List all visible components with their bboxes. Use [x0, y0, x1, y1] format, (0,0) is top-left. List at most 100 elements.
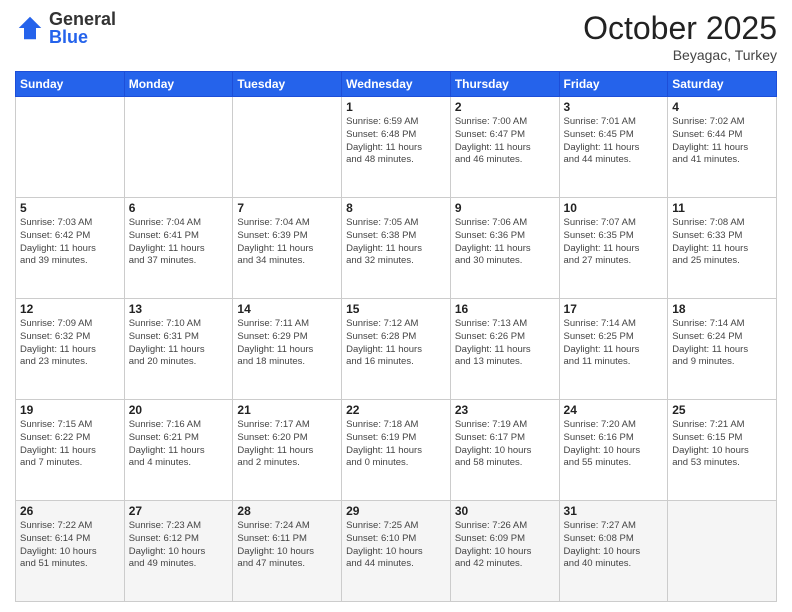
day-number: 9 [455, 201, 555, 215]
day-info: Sunrise: 7:04 AM Sunset: 6:39 PM Dayligh… [237, 217, 337, 268]
calendar-cell: 23 Sunrise: 7:19 AM Sunset: 6:17 PM Dayli… [450, 400, 559, 501]
day-info: Sunrise: 7:27 AM Sunset: 6:08 PM Dayligh… [564, 520, 664, 571]
day-number: 17 [564, 302, 664, 316]
day-number: 16 [455, 302, 555, 316]
day-number: 6 [129, 201, 229, 215]
logo-blue-text: Blue [49, 28, 116, 46]
day-info: Sunrise: 7:13 AM Sunset: 6:26 PM Dayligh… [455, 318, 555, 369]
week-row-3: 19Sunrise: 7:15 AM Sunset: 6:22 PM Dayli… [16, 400, 777, 501]
weekday-header-saturday: Saturday [668, 72, 777, 97]
calendar-cell: 27 Sunrise: 7:23 AM Sunset: 6:12 PM Dayli… [124, 501, 233, 602]
title-block: October 2025 Beyagac, Turkey [583, 10, 777, 63]
day-number: 7 [237, 201, 337, 215]
week-row-4: 26 Sunrise: 7:22 AM Sunset: 6:14 PM Dayli… [16, 501, 777, 602]
calendar-cell: 2 Sunrise: 7:00 AM Sunset: 6:47 PM Daylig… [450, 97, 559, 198]
day-number: 14 [237, 302, 337, 316]
day-info: Sunrise: 7:06 AM Sunset: 6:36 PM Dayligh… [455, 217, 555, 268]
day-number: 27 [129, 504, 229, 518]
logo-general: General [49, 10, 116, 28]
header: General Blue October 2025 Beyagac, Turke… [15, 10, 777, 63]
day-info: Sunrise: 7:01 AM Sunset: 6:45 PM Dayligh… [564, 116, 664, 167]
calendar-cell: 8 Sunrise: 7:05 AM Sunset: 6:38 PM Daylig… [342, 198, 451, 299]
day-number: 26 [20, 504, 120, 518]
day-info: Sunrise: 7:00 AM Sunset: 6:47 PM Dayligh… [455, 116, 555, 167]
location-subtitle: Beyagac, Turkey [583, 47, 777, 63]
day-info: Sunrise: 7:25 AM Sunset: 6:10 PM Dayligh… [346, 520, 446, 571]
day-number: 31 [564, 504, 664, 518]
calendar-cell: 29 Sunrise: 7:25 AM Sunset: 6:10 PM Dayli… [342, 501, 451, 602]
calendar-cell: 4Sunrise: 7:02 AM Sunset: 6:44 PM Daylig… [668, 97, 777, 198]
calendar-cell: 24Sunrise: 7:20 AM Sunset: 6:16 PM Dayli… [559, 400, 668, 501]
week-row-0: 1Sunrise: 6:59 AM Sunset: 6:48 PM Daylig… [16, 97, 777, 198]
calendar-cell: 21 Sunrise: 7:17 AM Sunset: 6:20 PM Dayli… [233, 400, 342, 501]
day-info: Sunrise: 7:04 AM Sunset: 6:41 PM Dayligh… [129, 217, 229, 268]
day-number: 18 [672, 302, 772, 316]
calendar-cell: 14 Sunrise: 7:11 AM Sunset: 6:29 PM Dayli… [233, 299, 342, 400]
day-number: 15 [346, 302, 446, 316]
calendar-cell: 30 Sunrise: 7:26 AM Sunset: 6:09 PM Dayli… [450, 501, 559, 602]
weekday-header-friday: Friday [559, 72, 668, 97]
day-number: 25 [672, 403, 772, 417]
calendar-cell: 28 Sunrise: 7:24 AM Sunset: 6:11 PM Dayli… [233, 501, 342, 602]
calendar-cell: 19Sunrise: 7:15 AM Sunset: 6:22 PM Dayli… [16, 400, 125, 501]
calendar-cell: 22 Sunrise: 7:18 AM Sunset: 6:19 PM Dayli… [342, 400, 451, 501]
weekday-row: SundayMondayTuesdayWednesdayThursdayFrid… [16, 72, 777, 97]
day-number: 5 [20, 201, 120, 215]
logo: General Blue [15, 10, 116, 46]
weekday-header-wednesday: Wednesday [342, 72, 451, 97]
calendar-cell: 18 Sunrise: 7:14 AM Sunset: 6:24 PM Dayli… [668, 299, 777, 400]
calendar-cell: 16 Sunrise: 7:13 AM Sunset: 6:26 PM Dayli… [450, 299, 559, 400]
calendar-cell: 17Sunrise: 7:14 AM Sunset: 6:25 PM Dayli… [559, 299, 668, 400]
calendar-cell: 1Sunrise: 6:59 AM Sunset: 6:48 PM Daylig… [342, 97, 451, 198]
week-row-1: 5 Sunrise: 7:03 AM Sunset: 6:42 PM Daylig… [16, 198, 777, 299]
day-number: 8 [346, 201, 446, 215]
calendar-body: 1Sunrise: 6:59 AM Sunset: 6:48 PM Daylig… [16, 97, 777, 602]
day-number: 29 [346, 504, 446, 518]
day-info: Sunrise: 7:19 AM Sunset: 6:17 PM Dayligh… [455, 419, 555, 470]
day-number: 22 [346, 403, 446, 417]
day-info: Sunrise: 7:26 AM Sunset: 6:09 PM Dayligh… [455, 520, 555, 571]
logo-text: General Blue [49, 10, 116, 46]
day-number: 28 [237, 504, 337, 518]
day-info: Sunrise: 7:23 AM Sunset: 6:12 PM Dayligh… [129, 520, 229, 571]
day-info: Sunrise: 7:05 AM Sunset: 6:38 PM Dayligh… [346, 217, 446, 268]
day-number: 4 [672, 100, 772, 114]
page: General Blue October 2025 Beyagac, Turke… [0, 0, 792, 612]
calendar-cell [16, 97, 125, 198]
calendar-cell [124, 97, 233, 198]
day-info: Sunrise: 7:11 AM Sunset: 6:29 PM Dayligh… [237, 318, 337, 369]
weekday-header-monday: Monday [124, 72, 233, 97]
day-number: 2 [455, 100, 555, 114]
calendar-cell: 31 Sunrise: 7:27 AM Sunset: 6:08 PM Dayli… [559, 501, 668, 602]
day-number: 11 [672, 201, 772, 215]
day-info: Sunrise: 7:18 AM Sunset: 6:19 PM Dayligh… [346, 419, 446, 470]
day-info: Sunrise: 7:08 AM Sunset: 6:33 PM Dayligh… [672, 217, 772, 268]
day-number: 30 [455, 504, 555, 518]
day-info: Sunrise: 7:15 AM Sunset: 6:22 PM Dayligh… [20, 419, 120, 470]
day-info: Sunrise: 7:03 AM Sunset: 6:42 PM Dayligh… [20, 217, 120, 268]
calendar-cell: 13Sunrise: 7:10 AM Sunset: 6:31 PM Dayli… [124, 299, 233, 400]
calendar-cell: 15Sunrise: 7:12 AM Sunset: 6:28 PM Dayli… [342, 299, 451, 400]
day-number: 21 [237, 403, 337, 417]
day-number: 20 [129, 403, 229, 417]
calendar-cell: 3 Sunrise: 7:01 AM Sunset: 6:45 PM Daylig… [559, 97, 668, 198]
day-info: Sunrise: 7:17 AM Sunset: 6:20 PM Dayligh… [237, 419, 337, 470]
day-info: Sunrise: 7:14 AM Sunset: 6:24 PM Dayligh… [672, 318, 772, 369]
day-info: Sunrise: 7:20 AM Sunset: 6:16 PM Dayligh… [564, 419, 664, 470]
calendar-cell [233, 97, 342, 198]
month-title: October 2025 [583, 10, 777, 47]
day-info: Sunrise: 7:09 AM Sunset: 6:32 PM Dayligh… [20, 318, 120, 369]
calendar-cell: 6 Sunrise: 7:04 AM Sunset: 6:41 PM Daylig… [124, 198, 233, 299]
day-number: 1 [346, 100, 446, 114]
weekday-header-sunday: Sunday [16, 72, 125, 97]
calendar-table: SundayMondayTuesdayWednesdayThursdayFrid… [15, 71, 777, 602]
weekday-header-thursday: Thursday [450, 72, 559, 97]
day-number: 3 [564, 100, 664, 114]
day-info: Sunrise: 7:22 AM Sunset: 6:14 PM Dayligh… [20, 520, 120, 571]
day-number: 23 [455, 403, 555, 417]
day-info: Sunrise: 7:07 AM Sunset: 6:35 PM Dayligh… [564, 217, 664, 268]
logo-icon [15, 13, 45, 43]
day-info: Sunrise: 7:16 AM Sunset: 6:21 PM Dayligh… [129, 419, 229, 470]
day-info: Sunrise: 7:24 AM Sunset: 6:11 PM Dayligh… [237, 520, 337, 571]
calendar-cell: 5 Sunrise: 7:03 AM Sunset: 6:42 PM Daylig… [16, 198, 125, 299]
